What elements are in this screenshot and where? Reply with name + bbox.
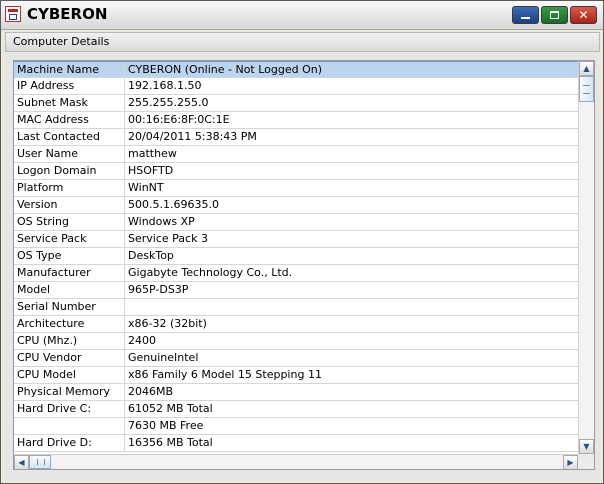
property-name-cell: Logon Domain — [14, 163, 125, 179]
close-button[interactable] — [570, 6, 597, 24]
scrollbar-corner — [578, 454, 594, 469]
table-row[interactable]: OS Type DeskTop — [14, 248, 578, 265]
minimize-button[interactable] — [512, 6, 539, 24]
table-row[interactable]: Physical Memory 2046MB — [14, 384, 578, 401]
property-value-cell: x86-32 (32bit) — [128, 317, 207, 330]
table-row[interactable]: Hard Drive C: 61052 MB Total — [14, 401, 578, 418]
property-value-cell: 61052 MB Total — [128, 402, 213, 415]
property-value-cell: 20/04/2011 5:38:43 PM — [128, 130, 257, 143]
chevron-up-icon: ▲ — [583, 64, 590, 73]
property-name-cell: Subnet Mask — [14, 95, 125, 111]
property-value-cell: 192.168.1.50 — [128, 79, 202, 92]
property-value-cell: x86 Family 6 Model 15 Stepping 11 — [128, 368, 322, 381]
table-row[interactable]: User Name matthew — [14, 146, 578, 163]
property-value-cell: 965P-DS3P — [128, 283, 189, 296]
table-row[interactable]: Manufacturer Gigabyte Technology Co., Ltd… — [14, 265, 578, 282]
table-row[interactable]: 7630 MB Free — [14, 418, 578, 435]
property-name-cell: CPU Model — [14, 367, 125, 383]
scroll-up-button[interactable]: ▲ — [579, 61, 594, 76]
property-value-cell: CYBERON (Online - Not Logged On) — [128, 63, 323, 76]
property-value-cell: DeskTop — [128, 249, 174, 262]
scroll-left-button[interactable]: ◀ — [14, 455, 29, 469]
property-value-cell: GenuineIntel — [128, 351, 199, 364]
table-row[interactable]: OS String Windows XP — [14, 214, 578, 231]
table-row[interactable]: Serial Number — [14, 299, 578, 316]
property-name-cell: OS Type — [14, 248, 125, 264]
table-row[interactable]: Model 965P-DS3P — [14, 282, 578, 299]
table-row[interactable]: CPU (Mhz.) 2400 — [14, 333, 578, 350]
table-row[interactable]: Version 500.5.1.69635.0 — [14, 197, 578, 214]
property-value-cell — [125, 299, 578, 315]
chevron-left-icon: ◀ — [18, 458, 25, 467]
property-name-cell: Version — [14, 197, 125, 213]
window-title: CYBERON — [27, 5, 108, 23]
property-name-cell: Platform — [14, 180, 125, 196]
details-rows: Machine Name CYBERON (Online - Not Logged… — [14, 61, 578, 454]
property-name-cell: Architecture — [14, 316, 125, 332]
details-list[interactable]: Machine Name CYBERON (Online - Not Logged… — [13, 60, 595, 470]
property-name-cell: Last Contacted — [14, 129, 125, 145]
property-value-cell: 16356 MB Total — [128, 436, 213, 449]
table-row[interactable]: Service Pack Service Pack 3 — [14, 231, 578, 248]
chevron-right-icon: ▶ — [567, 458, 574, 467]
vertical-scrollbar[interactable]: ▲ ▼ — [578, 61, 594, 454]
property-name-cell: Model — [14, 282, 125, 298]
property-name-cell: Manufacturer — [14, 265, 125, 281]
property-value-cell: Service Pack 3 — [128, 232, 208, 245]
property-name-cell: Serial Number — [14, 299, 125, 315]
property-value-cell: 7630 MB Free — [128, 419, 204, 432]
group-header: Computer Details — [5, 32, 600, 52]
details-panel: Machine Name CYBERON (Online - Not Logged… — [5, 53, 600, 480]
property-value-cell: 2046MB — [128, 385, 174, 398]
table-row[interactable]: Subnet Mask 255.255.255.0 — [14, 95, 578, 112]
property-name-cell: Hard Drive C: — [14, 401, 125, 417]
property-value-cell: HSOFTD — [128, 164, 174, 177]
property-name-cell: Machine Name — [14, 62, 125, 78]
scroll-right-button[interactable]: ▶ — [563, 455, 578, 469]
table-row[interactable]: Logon Domain HSOFTD — [14, 163, 578, 180]
computer-details-window: CYBERON Computer Details Machine NameCYB… — [0, 0, 604, 484]
property-name-cell — [14, 418, 125, 434]
property-name-cell: CPU (Mhz.) — [14, 333, 125, 349]
table-row[interactable]: CPU Model x86 Family 6 Model 15 Stepping … — [14, 367, 578, 384]
property-value-cell: 2400 — [128, 334, 156, 347]
table-row[interactable]: MAC Address 00:16:E6:8F:0C:1E — [14, 112, 578, 129]
table-row[interactable]: CPU Vendor GenuineIntel — [14, 350, 578, 367]
property-value-cell: 255.255.255.0 — [128, 96, 209, 109]
horizontal-scrollbar[interactable]: ◀ ▶ — [14, 454, 578, 469]
scroll-down-button[interactable]: ▼ — [579, 439, 594, 454]
vertical-scroll-thumb[interactable] — [579, 76, 594, 102]
property-name-cell: Hard Drive D: — [14, 435, 125, 451]
property-name-cell: Physical Memory — [14, 384, 125, 400]
table-row[interactable]: IP Address 192.168.1.50 — [14, 78, 578, 95]
property-name-cell: CPU Vendor — [14, 350, 125, 366]
table-row[interactable]: Machine Name CYBERON (Online - Not Logged… — [14, 61, 578, 78]
property-name-cell: User Name — [14, 146, 125, 162]
property-name-cell: IP Address — [14, 78, 125, 94]
property-value-cell: Gigabyte Technology Co., Ltd. — [128, 266, 293, 279]
property-name-cell: MAC Address — [14, 112, 125, 128]
chevron-down-icon: ▼ — [583, 442, 590, 451]
horizontal-scroll-thumb[interactable] — [29, 455, 51, 469]
title-bar[interactable]: CYBERON — [1, 1, 603, 30]
table-row[interactable]: Architecture x86-32 (32bit) — [14, 316, 578, 333]
property-value-cell: matthew — [128, 147, 177, 160]
property-value-cell: 500.5.1.69635.0 — [128, 198, 219, 211]
property-name-cell: OS String — [14, 214, 125, 230]
property-name-cell: Service Pack — [14, 231, 125, 247]
property-value-cell: 00:16:E6:8F:0C:1E — [128, 113, 230, 126]
table-row[interactable]: Last Contacted 20/04/2011 5:38:43 PM — [14, 129, 578, 146]
table-row[interactable]: Platform WinNT — [14, 180, 578, 197]
maximize-button[interactable] — [541, 6, 568, 24]
network-computer-icon — [5, 6, 21, 22]
property-value-cell: Windows XP — [128, 215, 195, 228]
property-value-cell: WinNT — [128, 181, 164, 194]
table-row[interactable]: Hard Drive D: 16356 MB Total — [14, 435, 578, 452]
